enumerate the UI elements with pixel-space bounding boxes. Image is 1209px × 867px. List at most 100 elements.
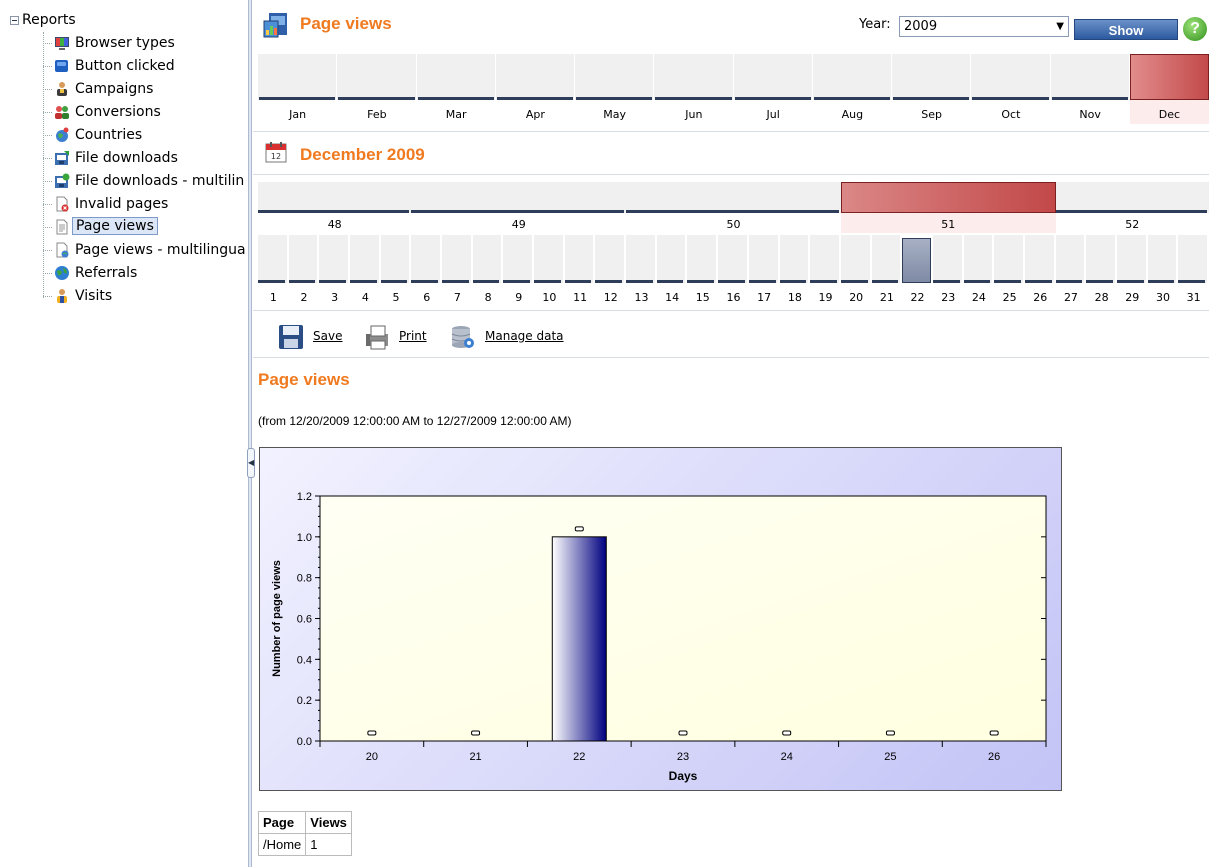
day-label[interactable]: 16 bbox=[718, 291, 749, 304]
print-button[interactable]: Print bbox=[364, 322, 434, 352]
week-label[interactable]: 52 bbox=[1056, 218, 1209, 231]
month-label[interactable]: Jul bbox=[734, 108, 813, 121]
tree-item-referrals[interactable]: Referrals bbox=[43, 263, 243, 285]
month-bar-aug[interactable] bbox=[812, 54, 892, 100]
day-bar-30[interactable] bbox=[1147, 235, 1177, 283]
week-bar-49[interactable] bbox=[411, 182, 627, 213]
day-bar-18[interactable] bbox=[779, 235, 809, 283]
help-icon[interactable]: ? bbox=[1183, 17, 1207, 41]
manage-data-button[interactable]: Manage data bbox=[450, 322, 580, 352]
day-bar-10[interactable] bbox=[534, 235, 563, 283]
day-bar-27[interactable] bbox=[1055, 235, 1085, 283]
day-bar-7[interactable] bbox=[442, 235, 471, 283]
day-label[interactable]: 1 bbox=[258, 291, 289, 304]
month-bar-mar[interactable] bbox=[416, 54, 496, 100]
day-bar-11[interactable] bbox=[564, 235, 594, 283]
month-label[interactable]: Feb bbox=[337, 108, 416, 121]
day-label[interactable]: 9 bbox=[503, 291, 534, 304]
month-label[interactable]: Aug bbox=[813, 108, 892, 121]
day-label[interactable]: 17 bbox=[749, 291, 780, 304]
month-label[interactable]: Nov bbox=[1051, 108, 1130, 121]
day-label[interactable]: 28 bbox=[1086, 291, 1117, 304]
day-label[interactable]: 26 bbox=[1025, 291, 1056, 304]
tree-item-file-downloads-multilingual[interactable]: File downloads - multilin bbox=[43, 171, 244, 193]
week-label[interactable]: 49 bbox=[411, 218, 626, 231]
day-bar-29[interactable] bbox=[1116, 235, 1146, 283]
day-bar-9[interactable] bbox=[503, 235, 533, 283]
day-label[interactable]: 20 bbox=[841, 291, 872, 304]
day-bar-2[interactable] bbox=[288, 235, 318, 283]
month-label[interactable]: May bbox=[575, 108, 654, 121]
day-label[interactable]: 15 bbox=[687, 291, 718, 304]
week-bar-52[interactable] bbox=[1055, 182, 1209, 213]
day-label[interactable]: 25 bbox=[994, 291, 1025, 304]
day-bar-6[interactable] bbox=[411, 235, 441, 283]
day-bar-14[interactable] bbox=[656, 235, 686, 283]
dropdown-arrow-icon[interactable]: ▼ bbox=[1056, 17, 1064, 36]
day-bar-8[interactable] bbox=[472, 235, 502, 283]
month-bar-jul[interactable] bbox=[733, 54, 813, 100]
day-label[interactable]: 14 bbox=[657, 291, 688, 304]
month-label[interactable]: Jun bbox=[654, 108, 733, 121]
day-bar-3[interactable] bbox=[319, 235, 349, 283]
week-label[interactable]: 51 bbox=[841, 218, 1056, 231]
day-bar-23[interactable] bbox=[932, 235, 962, 283]
day-bar-16[interactable] bbox=[718, 235, 747, 283]
day-label[interactable]: 24 bbox=[964, 291, 995, 304]
tree-item-campaigns[interactable]: Campaigns bbox=[43, 79, 243, 101]
day-bar-19[interactable] bbox=[810, 235, 839, 283]
tree-item-visits[interactable]: Visits bbox=[43, 286, 243, 308]
month-bar-dec[interactable] bbox=[1129, 54, 1209, 100]
day-label[interactable]: 3 bbox=[319, 291, 350, 304]
day-bar-24[interactable] bbox=[963, 235, 993, 283]
day-bar-22[interactable] bbox=[902, 238, 931, 283]
day-label[interactable]: 12 bbox=[595, 291, 626, 304]
day-label[interactable]: 13 bbox=[626, 291, 657, 304]
month-label[interactable]: Dec bbox=[1130, 108, 1209, 121]
tree-item-conversions[interactable]: Conversions bbox=[43, 102, 243, 124]
day-label[interactable]: 27 bbox=[1056, 291, 1087, 304]
month-bar-sep[interactable] bbox=[892, 54, 972, 100]
week-label[interactable]: 48 bbox=[258, 218, 411, 231]
week-bar-48[interactable] bbox=[258, 182, 412, 213]
day-label[interactable]: 10 bbox=[534, 291, 565, 304]
day-label[interactable]: 30 bbox=[1148, 291, 1179, 304]
tree-item-browser-types[interactable]: Browser types bbox=[43, 33, 243, 55]
save-button[interactable]: Save bbox=[278, 322, 348, 352]
day-bar-4[interactable] bbox=[350, 235, 379, 283]
week-bar-51[interactable] bbox=[840, 182, 1056, 213]
month-bar-jun[interactable] bbox=[654, 54, 734, 100]
day-label[interactable]: 19 bbox=[810, 291, 841, 304]
panel-splitter[interactable] bbox=[248, 0, 252, 867]
day-label[interactable]: 18 bbox=[780, 291, 811, 304]
tree-item-file-downloads[interactable]: File downloads bbox=[43, 148, 243, 170]
day-label[interactable]: 5 bbox=[381, 291, 412, 304]
day-label[interactable]: 23 bbox=[933, 291, 964, 304]
collapse-icon[interactable] bbox=[10, 15, 19, 25]
tree-item-page-views[interactable]: Page views bbox=[43, 217, 243, 239]
month-bar-apr[interactable] bbox=[495, 54, 575, 100]
day-bar-1[interactable] bbox=[258, 235, 287, 283]
day-bar-20[interactable] bbox=[840, 235, 870, 283]
month-label[interactable]: Oct bbox=[971, 108, 1050, 121]
month-label[interactable]: Mar bbox=[417, 108, 496, 121]
day-label[interactable]: 8 bbox=[473, 291, 504, 304]
week-label[interactable]: 50 bbox=[626, 218, 841, 231]
day-label[interactable]: 21 bbox=[872, 291, 903, 304]
day-label[interactable]: 31 bbox=[1178, 291, 1209, 304]
month-label[interactable]: Sep bbox=[892, 108, 971, 121]
day-bar-28[interactable] bbox=[1086, 235, 1115, 283]
day-label[interactable]: 4 bbox=[350, 291, 381, 304]
year-select[interactable]: 2009 ▼ bbox=[899, 16, 1069, 37]
month-bar-oct[interactable] bbox=[971, 54, 1051, 100]
day-bar-17[interactable] bbox=[748, 235, 778, 283]
month-label[interactable]: Apr bbox=[496, 108, 575, 121]
day-bar-25[interactable] bbox=[994, 235, 1023, 283]
day-bar-13[interactable] bbox=[626, 235, 655, 283]
tree-item-invalid-pages[interactable]: Invalid pages bbox=[43, 194, 243, 216]
day-bar-12[interactable] bbox=[595, 235, 625, 283]
day-label[interactable]: 22 bbox=[902, 291, 933, 304]
month-label[interactable]: Jan bbox=[258, 108, 337, 121]
day-bar-5[interactable] bbox=[380, 235, 410, 283]
tree-item-button-clicked[interactable]: Button clicked bbox=[43, 56, 243, 78]
